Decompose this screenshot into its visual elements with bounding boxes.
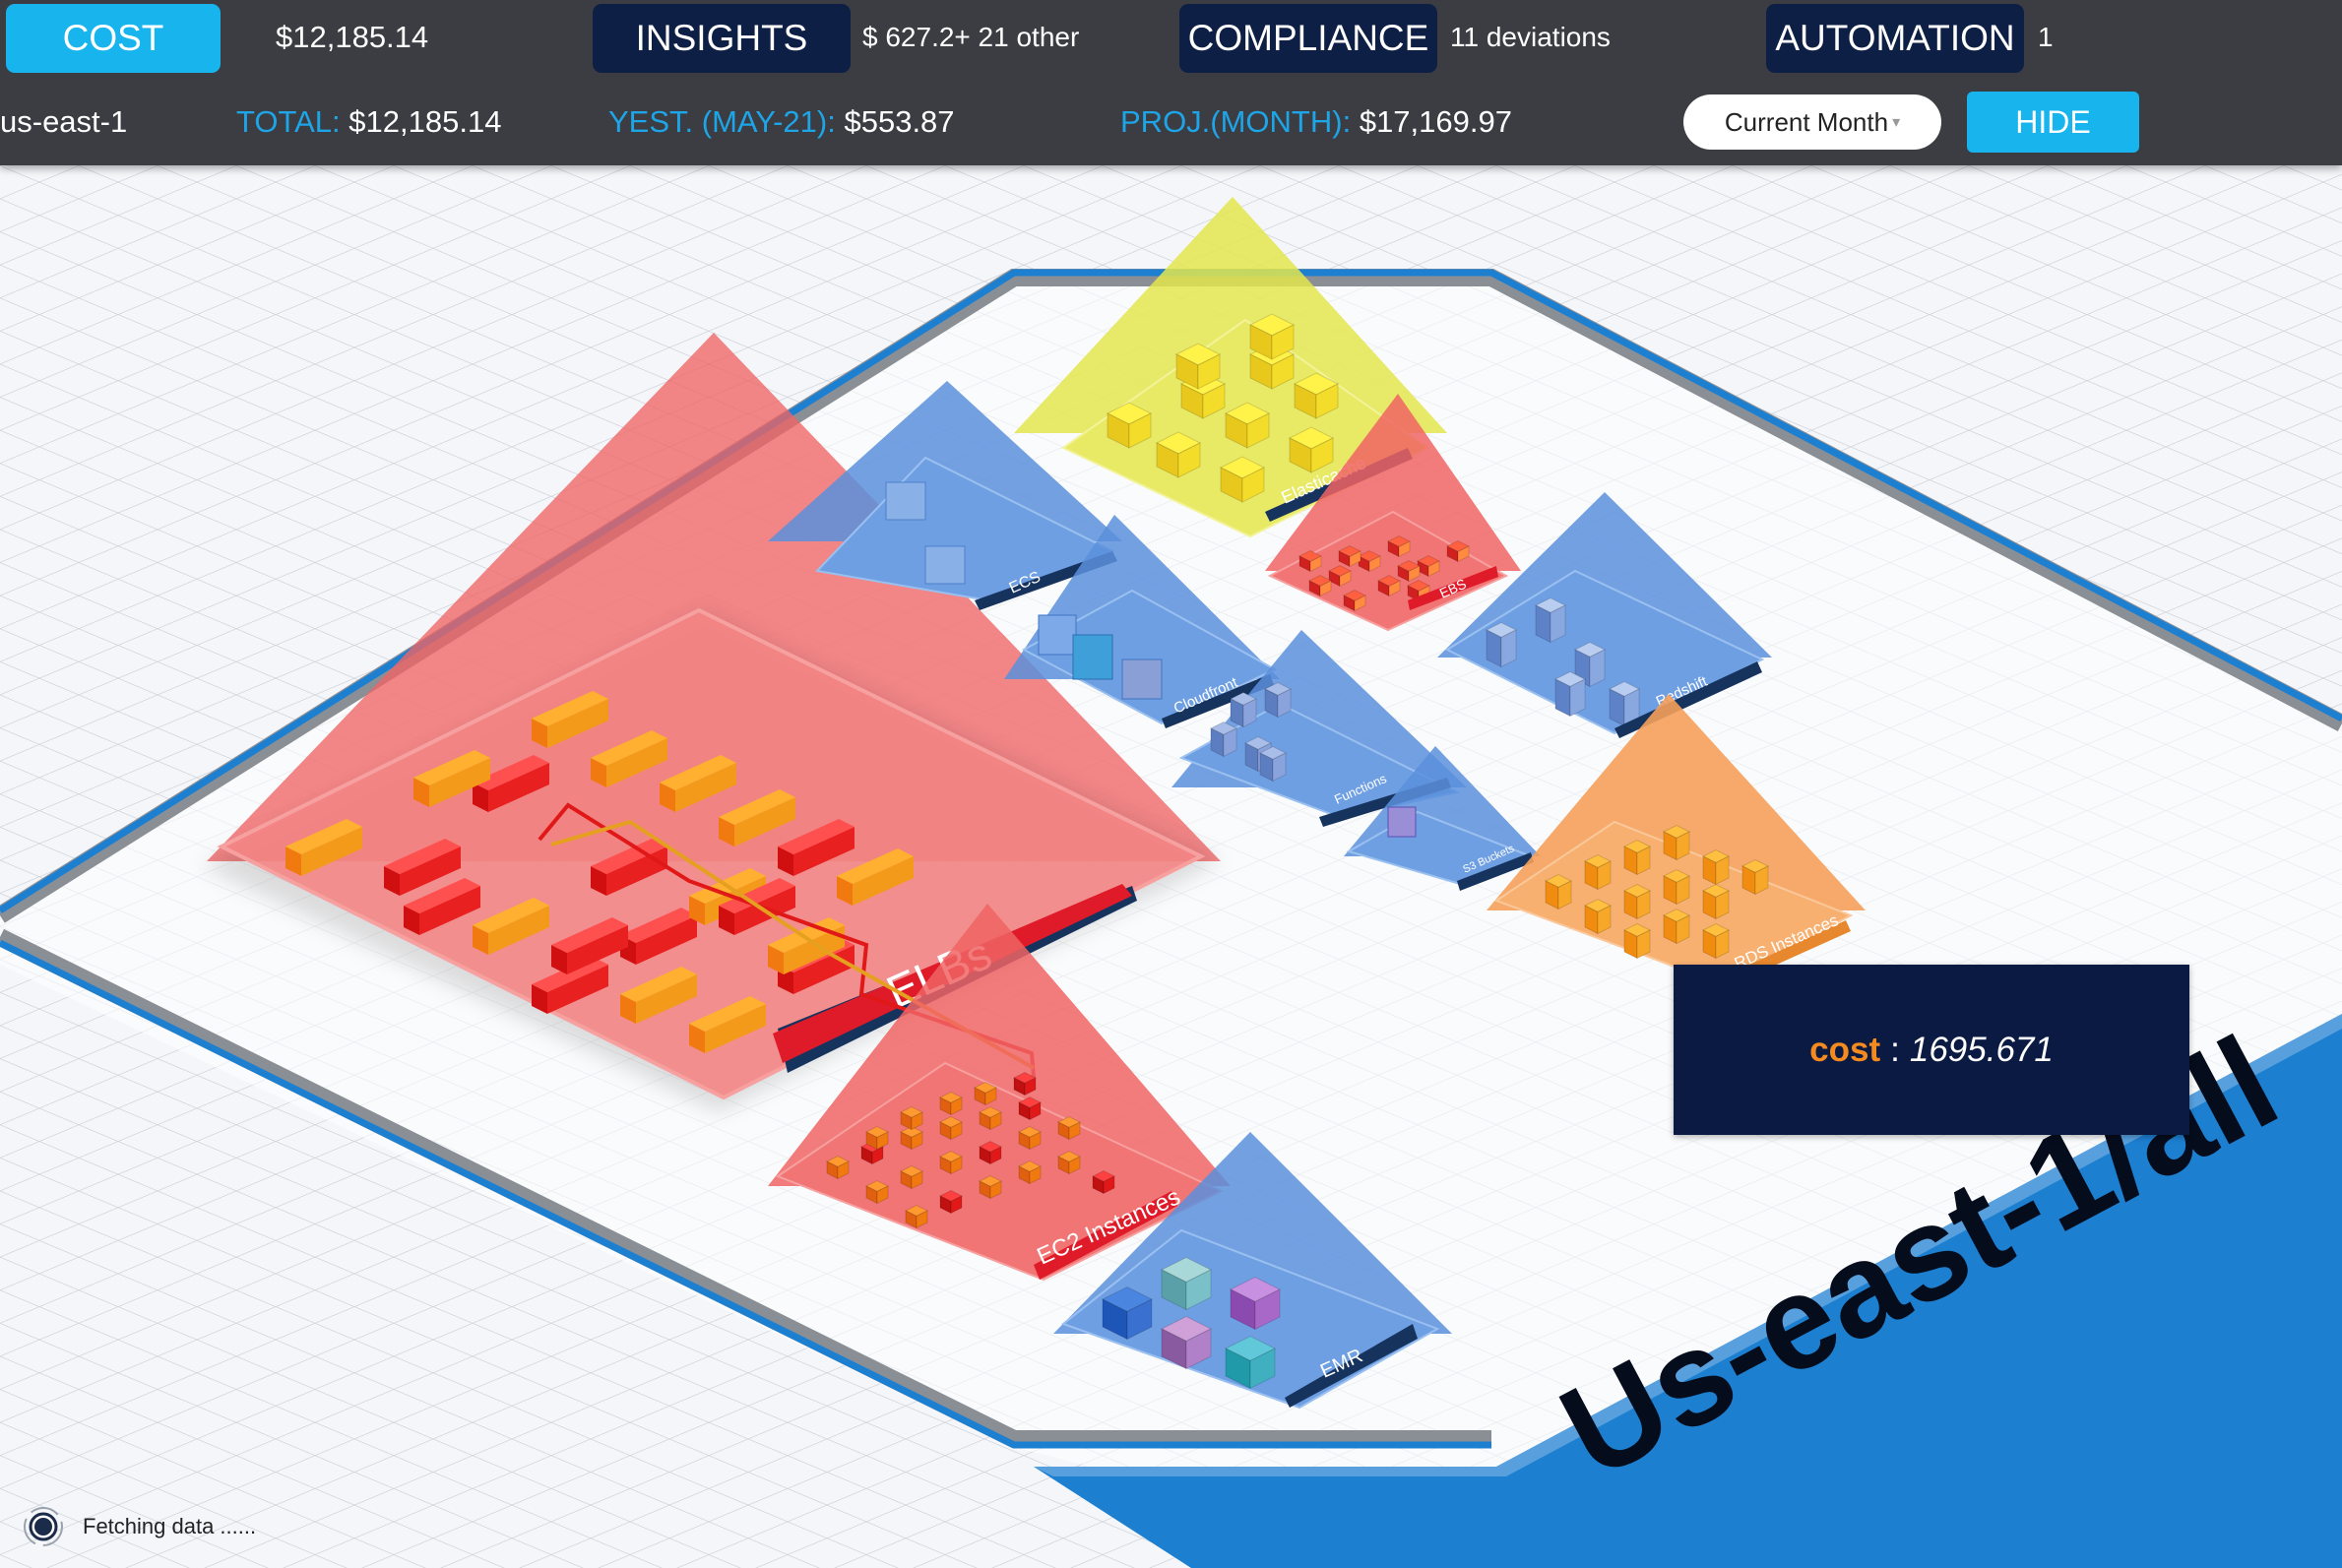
chevron-down-icon: ▾ [1892, 114, 1901, 131]
ec2-node [978, 1105, 1003, 1131]
ec2-node [864, 1179, 890, 1205]
ec2-node [1012, 1071, 1038, 1097]
tooltip-value: 1695.671 [1909, 1030, 2054, 1069]
function-node [1209, 721, 1238, 758]
total-value: $12,185.14 [348, 104, 502, 139]
ec2-node [938, 1091, 964, 1116]
redshift-node [1553, 670, 1587, 718]
rds-node [1662, 868, 1691, 906]
ec2-node [899, 1164, 924, 1190]
top-bar: COST $12,185.14 INSIGHTS $ 627.2+ 21 oth… [0, 0, 2342, 165]
ec2-node [938, 1189, 964, 1215]
cost-tooltip: cost : 1695.671 [1674, 965, 2189, 1135]
rds-node [1583, 853, 1613, 891]
projected-label: PROJ.(MONTH): [1120, 104, 1352, 139]
rds-node [1662, 908, 1691, 945]
ec2-node [904, 1204, 929, 1229]
redshift-node [1485, 621, 1518, 668]
tab-cost[interactable]: COST [6, 4, 221, 73]
hide-button[interactable]: HIDE [1967, 92, 2139, 153]
rds-node [1701, 922, 1731, 960]
ec2-node [825, 1155, 851, 1180]
total-cost: TOTAL: $12,185.14 [236, 102, 501, 142]
ec2-node [978, 1140, 1003, 1165]
tab-insights[interactable]: INSIGHTS [593, 4, 851, 73]
ec2-node [864, 1125, 890, 1151]
function-node [1263, 681, 1293, 719]
rds-node [1741, 858, 1770, 896]
ec2-node [899, 1105, 924, 1131]
ec2-node [938, 1115, 964, 1141]
projected-cost: PROJ.(MONTH): $17,169.97 [1120, 102, 1512, 142]
ec2-node [1017, 1096, 1043, 1121]
status-bar: Fetching data ...... [22, 1503, 256, 1550]
status-text: Fetching data ...... [83, 1514, 257, 1538]
tooltip-key: cost [1809, 1030, 1881, 1069]
projected-value: $17,169.97 [1359, 104, 1512, 139]
region-label: us-east-1 [0, 104, 128, 139]
isometric-resource-map[interactable]: Us-east-1/all ELBs ECS Elasticache EBS [0, 0, 2342, 1568]
loading-spinner-icon [24, 1507, 63, 1546]
function-node [1258, 745, 1288, 783]
total-label: TOTAL: [236, 104, 341, 139]
tab-automation[interactable]: AUTOMATION [1766, 4, 2024, 73]
ec2-node [1091, 1169, 1116, 1195]
ec2-node [1056, 1150, 1082, 1175]
rds-node [1701, 883, 1731, 920]
compliance-summary: 11 deviations [1450, 22, 1611, 52]
rds-node [1622, 883, 1652, 920]
tab-compliance[interactable]: COMPLIANCE [1179, 4, 1437, 73]
insights-summary: $ 627.2+ 21 other [862, 22, 1080, 52]
rds-node [1622, 839, 1652, 876]
rds-node [1583, 898, 1613, 935]
yesterday-cost: YEST. (MAY-21): $553.87 [608, 102, 955, 142]
rds-node [1622, 922, 1652, 960]
cost-summary: $12,185.14 [276, 20, 429, 54]
redshift-node [1534, 596, 1567, 644]
ec2-node [1017, 1160, 1043, 1185]
ec2-node [1017, 1125, 1043, 1151]
yesterday-label: YEST. (MAY-21): [608, 104, 836, 139]
period-select-value: Current Month [1724, 106, 1889, 137]
ec2-node [978, 1174, 1003, 1200]
tooltip-separator: : [1890, 1030, 1900, 1069]
ec2-node [1056, 1115, 1082, 1141]
ec2-node [938, 1150, 964, 1175]
rds-node [1701, 848, 1731, 886]
yesterday-value: $553.87 [844, 104, 955, 139]
rds-node [1544, 873, 1573, 910]
automation-summary: 1 [2038, 22, 2054, 52]
period-select[interactable]: Current Month ▾ [1683, 94, 1941, 150]
ec2-node [973, 1081, 998, 1106]
function-node [1229, 691, 1258, 728]
rds-node [1662, 824, 1691, 861]
